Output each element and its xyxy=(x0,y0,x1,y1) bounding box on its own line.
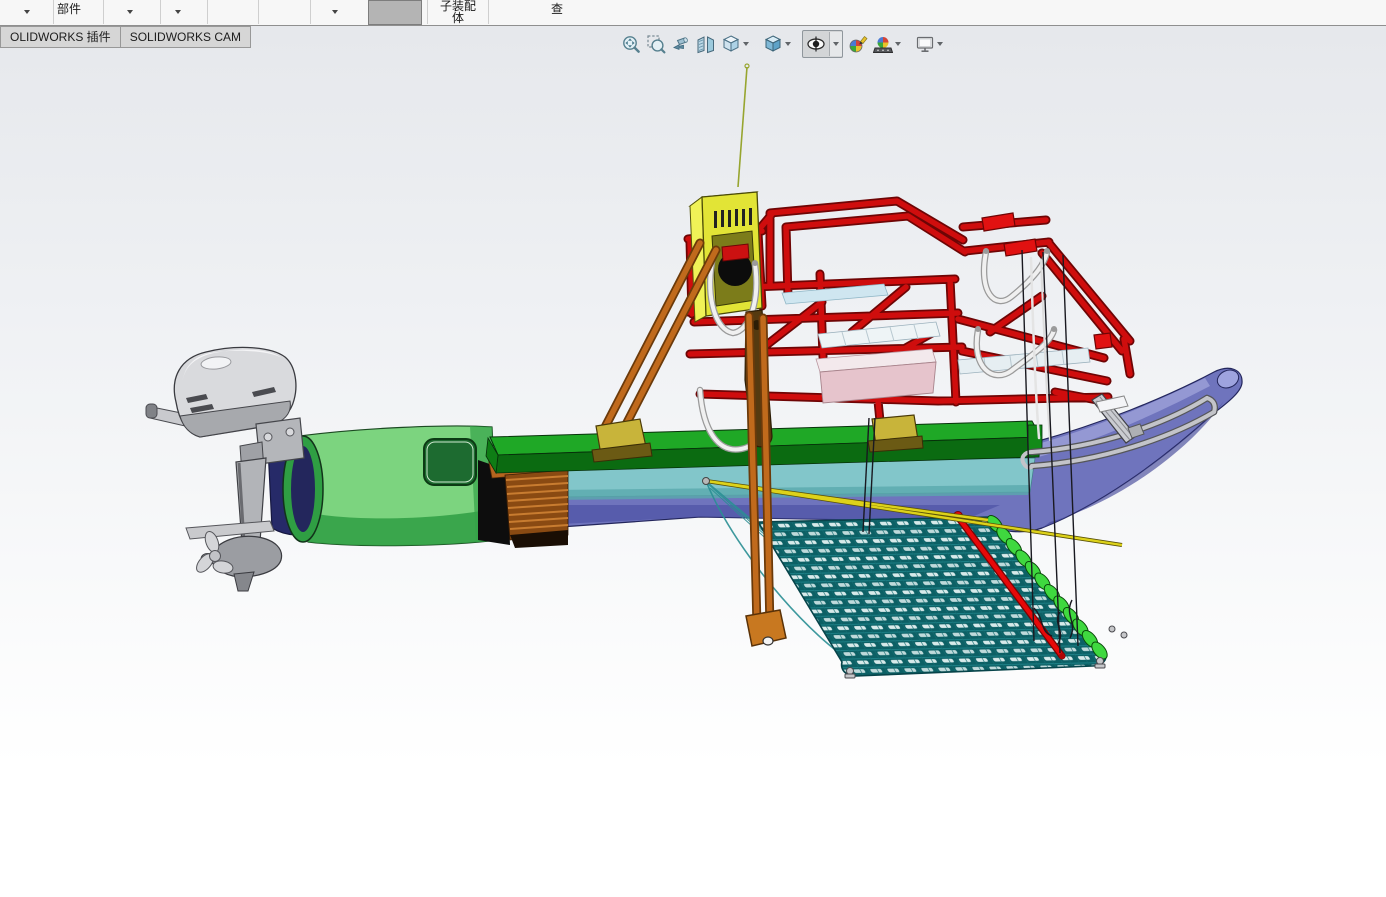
subassembly-button-label-line2[interactable]: 体 xyxy=(432,12,484,24)
toolbar-separator xyxy=(488,0,489,24)
toolbar-separator xyxy=(427,0,428,24)
toolbar-separator xyxy=(160,0,161,24)
dropdown-arrow-icon[interactable] xyxy=(127,10,133,14)
toolbar-separator xyxy=(53,0,54,24)
assembly-model-catamaran-workboat[interactable] xyxy=(0,26,1386,897)
component-button-label[interactable]: 部件 xyxy=(57,0,81,17)
tab-solidworks-addins[interactable]: OLIDWORKS 插件 xyxy=(0,26,121,48)
evaluate-button-label[interactable]: 查 xyxy=(551,0,563,17)
tab-solidworks-cam[interactable]: SOLIDWORKS CAM xyxy=(120,26,252,48)
active-tool-button[interactable] xyxy=(368,0,422,25)
toolbar-separator xyxy=(310,0,311,24)
toolbar-separator xyxy=(207,0,208,24)
crane-cable-line xyxy=(737,63,750,188)
toolbar-separator xyxy=(103,0,104,24)
cargo-box[interactable] xyxy=(815,348,937,404)
command-bar: 部件 子装配 体 查 xyxy=(0,0,1386,26)
dropdown-arrow-icon[interactable] xyxy=(175,10,181,14)
graphics-viewport[interactable] xyxy=(0,26,1386,897)
solidworks-window: 部件 子装配 体 查 OLIDWORKS 插件 SOLIDWORKS CAM xyxy=(0,0,1386,897)
dropdown-arrow-icon[interactable] xyxy=(24,10,30,14)
ribbon-tab-bar: OLIDWORKS 插件 SOLIDWORKS CAM xyxy=(0,26,252,48)
toolbar-separator xyxy=(258,0,259,24)
dropdown-arrow-icon[interactable] xyxy=(332,10,338,14)
